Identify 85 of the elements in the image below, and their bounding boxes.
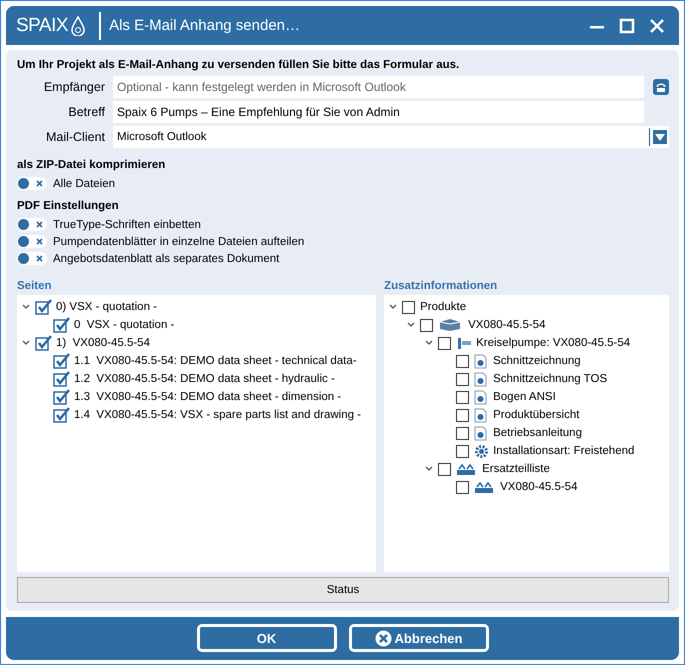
checked-checkbox[interactable] <box>53 407 71 424</box>
pane-heading: Zusatzinformationen <box>384 280 498 292</box>
toggle-switch[interactable] <box>17 252 47 266</box>
intro-text: Um Ihr Projekt als E-Mail-Anhang zu versenden füllen Sie bitte das Formular aus. <box>17 59 460 72</box>
field-label: Mail-Client <box>44 130 106 144</box>
section-heading: PDF Einstellungen <box>17 200 120 212</box>
cross-icon <box>36 238 43 246</box>
cancel-button[interactable]: Abbrechen <box>348 624 488 652</box>
checkbox[interactable] <box>420 318 434 332</box>
chevron-icon[interactable] <box>22 303 30 312</box>
checkbox[interactable] <box>456 480 470 494</box>
chevron-icon[interactable] <box>407 321 416 330</box>
tree-item[interactable]: Schnittzeichnung <box>493 355 581 368</box>
tree-item[interactable]: Installationsart: Freistehend <box>493 445 634 458</box>
mail-client-dropdown[interactable]: Microsoft Outlook <box>113 126 669 148</box>
chevron-icon[interactable] <box>425 465 434 474</box>
pane-heading: Seiten <box>17 280 53 292</box>
input-field[interactable]: Optional - kann festgelegt werden in Microsoft Outlook <box>113 76 644 98</box>
tree-item[interactable]: Betriebsanleitung <box>493 427 582 440</box>
tree-item[interactable]: 0 VSX - quotation - <box>74 319 174 332</box>
toggle-label: TrueType-Schriften einbetten <box>53 218 201 231</box>
field-label: Empfänger <box>42 80 106 94</box>
tree-item[interactable]: Produkte <box>420 301 466 314</box>
checkbox[interactable] <box>456 390 470 404</box>
parts-list-icon <box>456 462 476 476</box>
cross-icon <box>36 180 43 188</box>
tree-item[interactable]: 1.3 VX080-45.5-54: DEMO data sheet - dimension - <box>74 391 342 404</box>
tree-item[interactable]: 1.1 VX080-45.5-54: DEMO data sheet - technical data- <box>74 355 357 368</box>
toggle-label: Alle Dateien <box>53 178 116 190</box>
toggle-switch[interactable] <box>17 177 47 190</box>
logo: SPAIX <box>16 12 102 40</box>
parts-list-icon <box>474 480 494 494</box>
checked-checkbox[interactable] <box>53 317 71 334</box>
tree-item[interactable]: Bogen ANSI <box>493 391 556 404</box>
tree-item[interactable]: 0) VSX - quotation - <box>56 301 157 314</box>
tree-item[interactable]: 1.2 VX080-45.5-54: DEMO data sheet - hydraulic - <box>74 373 335 386</box>
checkbox[interactable] <box>456 372 470 386</box>
tree-item[interactable]: 1.4 VX080-45.5-54: VSX - spare parts list and drawing - <box>74 409 362 422</box>
cross-icon <box>36 221 43 228</box>
tree-item[interactable]: Ersatzteilliste <box>482 463 550 476</box>
gear-icon <box>474 444 490 459</box>
close-icon[interactable] <box>649 18 665 34</box>
cross-icon <box>36 255 43 262</box>
checked-checkbox[interactable] <box>53 371 71 388</box>
tree-item[interactable]: VX080-45.5-54 <box>468 319 546 332</box>
tree-item[interactable]: Produktübersicht <box>493 409 580 422</box>
maximize-icon[interactable] <box>619 18 635 34</box>
tree-item[interactable]: 1) VX080-45.5-54 <box>56 337 150 350</box>
toggle-switch[interactable] <box>17 235 47 248</box>
field-label: Betreff <box>67 105 106 120</box>
checked-checkbox[interactable] <box>35 335 53 352</box>
checkbox[interactable] <box>456 444 470 458</box>
ok-button[interactable]: OK <box>196 624 336 652</box>
info-document-icon <box>474 390 488 405</box>
checked-checkbox[interactable] <box>53 389 71 406</box>
tree-item[interactable]: Schnittzeichnung TOS <box>493 373 608 386</box>
checked-checkbox[interactable] <box>35 299 53 316</box>
toggle-switch[interactable] <box>17 218 47 232</box>
chevron-icon[interactable] <box>425 339 434 348</box>
status-bar: Status <box>17 576 669 603</box>
checkbox[interactable] <box>456 354 470 368</box>
chevron-icon[interactable] <box>22 339 30 348</box>
window-title: Als E-Mail Anhang senden… <box>109 17 302 34</box>
toggle-label: Angebotsdatenblatt als separates Dokument <box>53 252 280 265</box>
pump-icon <box>456 336 472 350</box>
input-field[interactable]: Spaix 6 Pumps – Eine Empfehlung für Sie von Admin <box>113 101 644 124</box>
tree-item[interactable]: Kreiselpumpe: VX080-45.5-54 <box>476 337 630 350</box>
product-icon <box>438 318 462 332</box>
info-document-icon <box>474 354 488 369</box>
address-book-icon[interactable] <box>653 79 669 96</box>
info-document-icon <box>474 408 488 423</box>
logo-drop-icon <box>71 16 86 36</box>
checked-checkbox[interactable] <box>53 353 71 370</box>
checkbox[interactable] <box>438 462 452 476</box>
checkbox[interactable] <box>456 408 470 422</box>
toggle-label: Pumpendatenblätter in einzelne Dateien aufteilen <box>53 236 304 248</box>
info-document-icon <box>474 426 488 441</box>
checkbox[interactable] <box>438 336 452 350</box>
chevron-icon[interactable] <box>389 303 398 312</box>
cancel-icon <box>374 630 392 647</box>
tree-item[interactable]: VX080-45.5-54 <box>500 481 578 494</box>
checkbox[interactable] <box>456 426 470 440</box>
info-document-icon <box>474 372 488 387</box>
checkbox[interactable] <box>402 300 416 314</box>
section-heading: als ZIP-Datei komprimieren <box>17 159 166 172</box>
